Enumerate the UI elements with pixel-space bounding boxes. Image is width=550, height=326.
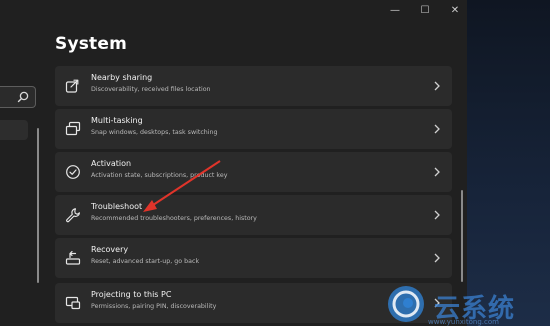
settings-item-description: Permissions, pairing PIN, discoverabilit…: [91, 303, 217, 310]
chevron-right-icon: [434, 124, 440, 134]
settings-item-description: Recommended troubleshooters, preferences…: [91, 215, 257, 222]
search-icon[interactable]: [16, 90, 30, 104]
settings-window: — ☐ ✕ System Nearby sharing Discoverabil…: [0, 0, 467, 326]
minimize-button[interactable]: —: [384, 3, 406, 19]
settings-item-title: Activation: [91, 159, 132, 168]
watermark-logo: [388, 286, 424, 322]
title-bar: — ☐ ✕: [0, 0, 467, 22]
wrench-icon: [66, 208, 80, 223]
settings-item-description: Activation state, subscriptions, product…: [91, 172, 228, 179]
chevron-right-icon: [434, 253, 440, 263]
share-icon: [65, 79, 79, 93]
settings-item-title: Multi-tasking: [91, 116, 143, 125]
settings-item-nearby-sharing[interactable]: Nearby sharing Discoverability, received…: [55, 66, 452, 106]
close-button[interactable]: ✕: [444, 3, 466, 19]
desktop-background: [467, 0, 550, 326]
settings-item-description: Discoverability, received files location: [91, 86, 211, 93]
chevron-right-icon: [434, 210, 440, 220]
maximize-button[interactable]: ☐: [414, 3, 436, 19]
activation-icon: [66, 165, 80, 179]
sidebar-scrollbar[interactable]: [37, 128, 39, 283]
multitasking-icon: [65, 121, 81, 136]
settings-item-title: Projecting to this PC: [91, 290, 172, 299]
main-scrollbar[interactable]: [461, 190, 463, 282]
settings-item-description: Snap windows, desktops, task switching: [91, 129, 218, 136]
sidebar-item-system[interactable]: [0, 120, 28, 140]
recovery-icon: [65, 250, 81, 265]
settings-item-title: Nearby sharing: [91, 73, 153, 82]
projecting-icon: [65, 296, 81, 310]
chevron-right-icon: [434, 81, 440, 91]
page-title: System: [55, 34, 128, 54]
chevron-right-icon: [434, 167, 440, 177]
watermark-url: www.yunxitong.com: [428, 318, 499, 326]
settings-item-title: Recovery: [91, 245, 129, 254]
settings-item-multitasking[interactable]: Multi-tasking Snap windows, desktops, ta…: [55, 109, 452, 149]
search-input[interactable]: [0, 86, 36, 108]
settings-item-description: Reset, advanced start-up, go back: [91, 258, 200, 265]
settings-item-title: Troubleshoot: [91, 202, 143, 211]
settings-item-activation[interactable]: Activation Activation state, subscriptio…: [55, 152, 452, 192]
settings-item-troubleshoot[interactable]: Troubleshoot Recommended troubleshooters…: [55, 195, 452, 235]
settings-item-recovery[interactable]: Recovery Reset, advanced start-up, go ba…: [55, 238, 452, 278]
